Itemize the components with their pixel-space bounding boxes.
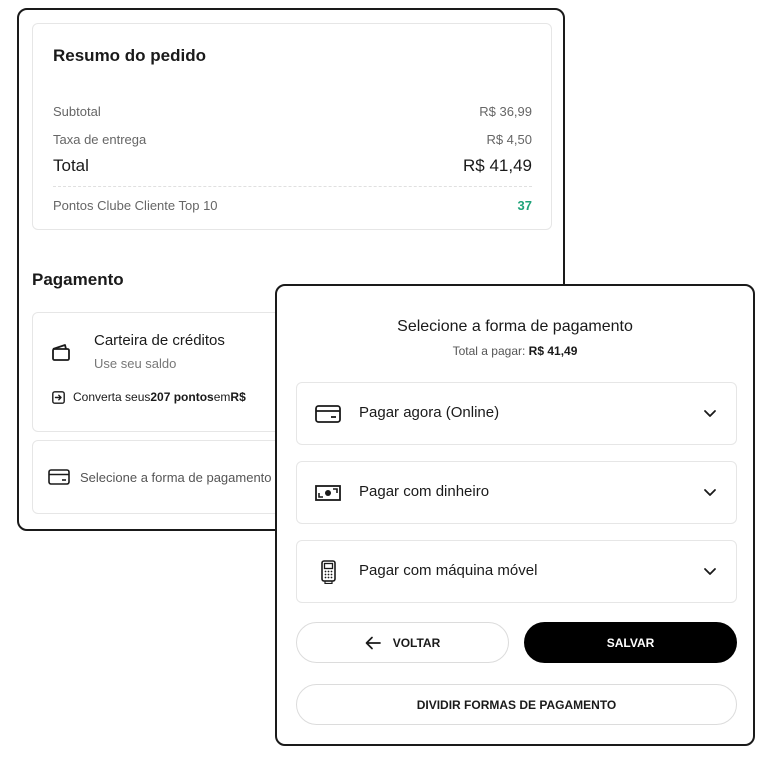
subtotal-row: Subtotal R$ 36,99 — [53, 104, 532, 119]
points-label: Pontos Clube Cliente Top 10 — [53, 198, 218, 213]
convert-prefix: Converta seus — [73, 390, 151, 404]
subtotal-value: R$ 36,99 — [479, 104, 532, 119]
split-payment-button[interactable]: DIVIDIR FORMAS DE PAGAMENTO — [296, 684, 737, 725]
select-payment-label: Selecione a forma de pagamento — [80, 470, 272, 485]
card-machine-icon — [321, 560, 336, 584]
credit-card-icon — [315, 405, 341, 423]
order-summary: Resumo do pedido Subtotal R$ 36,99 Taxa … — [32, 23, 552, 230]
summary-divider — [53, 186, 532, 187]
cash-icon — [315, 485, 341, 501]
wallet-icon — [52, 344, 70, 361]
chevron-down-icon — [704, 410, 716, 417]
delivery-label: Taxa de entrega — [53, 132, 147, 147]
chevron-down-icon — [704, 489, 716, 496]
option-label: Pagar com dinheiro — [359, 483, 490, 500]
payment-heading: Pagamento — [32, 270, 124, 289]
back-button[interactable]: VOLTAR — [296, 622, 509, 663]
arrow-right-box-icon — [52, 390, 65, 404]
chevron-down-icon — [704, 568, 716, 575]
convert-points-link[interactable]: Converta seus 207 pontos em R$ — [52, 390, 246, 404]
option-pay-card-machine[interactable]: Pagar com máquina móvel — [296, 540, 737, 603]
total-row: Total R$ 41,49 — [53, 156, 532, 176]
subtotal-label: Subtotal — [53, 104, 101, 119]
wallet-title: Carteira de créditos — [94, 332, 225, 349]
total-value: R$ 41,49 — [463, 156, 532, 175]
modal-title: Selecione a forma de pagamento — [397, 318, 633, 335]
points-row: Pontos Clube Cliente Top 10 37 — [53, 198, 532, 213]
convert-amount: R$ — [230, 390, 246, 404]
total-label: Total — [53, 156, 89, 175]
convert-points: 207 pontos — [150, 390, 214, 404]
modal-total-value: R$ 41,49 — [528, 344, 578, 358]
delivery-value: R$ 4,50 — [486, 132, 532, 147]
option-label: Pagar com máquina móvel — [359, 562, 538, 579]
points-value: 37 — [517, 198, 532, 213]
back-button-label: VOLTAR — [392, 635, 441, 650]
convert-middle: em — [213, 390, 231, 404]
credit-card-icon — [48, 469, 70, 485]
save-button[interactable]: SALVAR — [524, 622, 737, 663]
summary-title: Resumo do pedido — [53, 46, 206, 65]
option-pay-online[interactable]: Pagar agora (Online) — [296, 382, 737, 445]
option-pay-cash[interactable]: Pagar com dinheiro — [296, 461, 737, 524]
payment-method-modal: Selecione a forma de pagamento Total a p… — [275, 284, 755, 746]
option-label: Pagar agora (Online) — [359, 404, 500, 421]
wallet-subtitle: Use seu saldo — [94, 356, 177, 371]
arrow-left-icon — [365, 636, 381, 649]
modal-total: Total a pagar: R$ 41,49 — [277, 344, 753, 358]
delivery-row: Taxa de entrega R$ 4,50 — [53, 132, 532, 147]
modal-total-prefix: Total a pagar: — [452, 344, 529, 358]
